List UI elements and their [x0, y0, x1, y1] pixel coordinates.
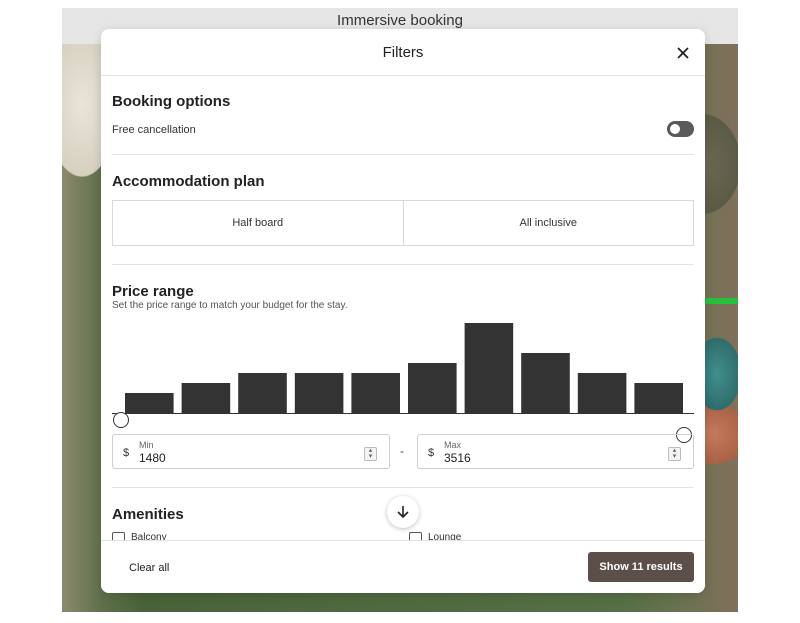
scroll-down-button[interactable]: [387, 496, 419, 528]
price-histogram-chart: [112, 323, 694, 414]
toggle-knob: [670, 124, 680, 134]
checkbox[interactable]: [112, 532, 125, 540]
price-min-field[interactable]: $ Min 1480 ▴ ▾: [112, 434, 390, 469]
currency-symbol: $: [123, 447, 130, 459]
price-range-subtitle: Set the price range to match your budget…: [112, 300, 348, 311]
range-separator: -: [400, 444, 404, 458]
max-value: 3516: [444, 451, 471, 465]
close-button[interactable]: [673, 43, 693, 63]
price-histogram: [112, 319, 694, 415]
close-icon: [677, 47, 689, 59]
divider: [112, 487, 694, 488]
max-label: Max: [444, 440, 462, 450]
price-slider-min-handle[interactable]: [113, 412, 129, 428]
histogram-bar: [181, 383, 231, 413]
accommodation-plan-title: Accommodation plan: [112, 173, 265, 190]
min-value: 1480: [139, 451, 166, 465]
max-stepper[interactable]: ▴ ▾: [668, 447, 681, 461]
histogram-bar: [464, 323, 514, 413]
show-results-button[interactable]: Show 11 results: [588, 552, 694, 582]
accommodation-plan-options: Half board All inclusive: [112, 200, 694, 246]
histogram-bar: [238, 373, 287, 413]
divider: [112, 154, 694, 155]
free-cancellation-toggle[interactable]: [667, 121, 694, 137]
modal-header: Filters: [101, 29, 705, 76]
histogram-bar: [125, 393, 174, 413]
min-stepper[interactable]: ▴ ▾: [364, 447, 377, 461]
arrow-down-icon: [397, 506, 409, 519]
clear-all-button[interactable]: Clear all: [129, 562, 169, 574]
amenity-balcony[interactable]: Balcony: [112, 532, 167, 540]
price-max-field[interactable]: $ Max 3516 ▴ ▾: [417, 434, 694, 469]
min-label: Min: [139, 440, 154, 450]
histogram-bar: [294, 373, 344, 413]
histogram-bar: [577, 373, 627, 413]
amenity-label: Balcony: [131, 532, 167, 540]
amenities-title: Amenities: [112, 506, 184, 523]
background-highlight: [702, 298, 738, 304]
histogram-bar: [634, 383, 683, 413]
divider: [112, 264, 694, 265]
plan-option-all-inclusive[interactable]: All inclusive: [402, 200, 694, 246]
histogram-bar: [521, 353, 570, 413]
modal-title: Filters: [382, 44, 424, 61]
amenity-label: Lounge: [428, 532, 462, 540]
histogram-bar: [351, 373, 400, 413]
modal-footer: Clear all Show 11 results: [101, 540, 705, 593]
histogram-bar: [408, 363, 457, 413]
plan-option-half-board[interactable]: Half board: [112, 200, 404, 246]
checkbox[interactable]: [409, 532, 422, 540]
filters-modal: Filters Booking options Free cancellatio…: [101, 29, 705, 593]
amenity-lounge[interactable]: Lounge: [409, 532, 461, 540]
price-range-title: Price range: [112, 283, 194, 300]
free-cancellation-label: Free cancellation: [112, 124, 196, 136]
currency-symbol: $: [428, 447, 435, 459]
booking-options-title: Booking options: [112, 93, 231, 110]
